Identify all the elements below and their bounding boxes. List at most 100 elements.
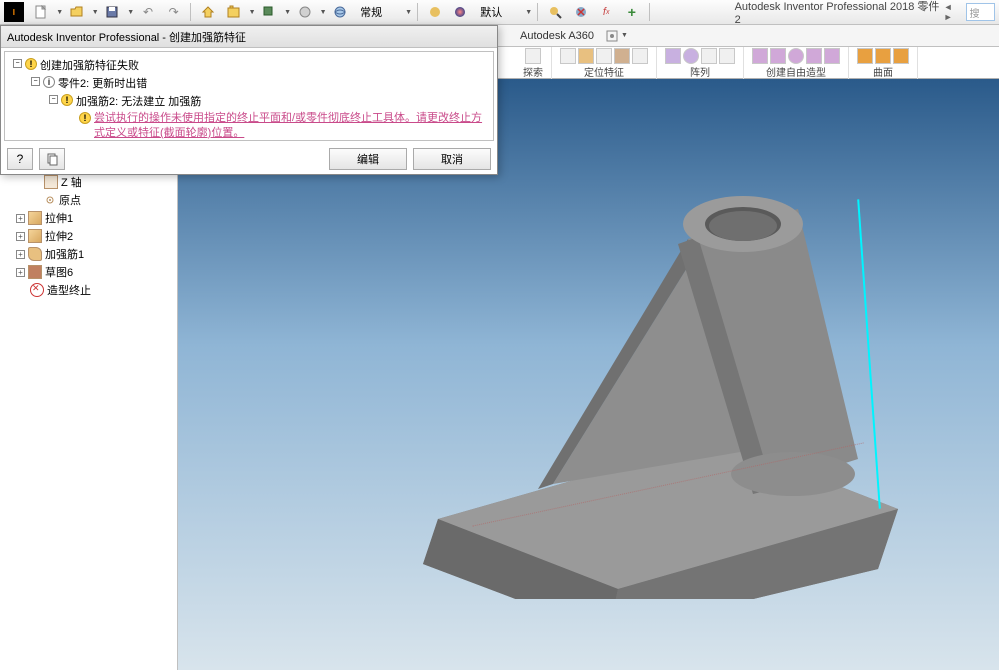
wf-icon4[interactable]: [614, 48, 630, 64]
save-dropdown[interactable]: ▼: [126, 9, 134, 16]
tree-item-axis[interactable]: Z 轴: [0, 173, 177, 191]
edit-button[interactable]: 编辑: [329, 148, 407, 170]
ribbon-tab-dropdown[interactable]: ▼: [620, 32, 628, 39]
error-2-text: 加强筋2: 无法建立 加强筋: [76, 93, 201, 109]
tab-a360[interactable]: Autodesk A360: [510, 28, 604, 44]
tree-item-label: 草图6: [45, 264, 73, 280]
pat-icon2[interactable]: [683, 48, 699, 64]
pat-icon3[interactable]: [701, 48, 717, 64]
tree-item-sketch[interactable]: + 草图6: [0, 263, 177, 281]
home-button[interactable]: [196, 2, 220, 22]
pat-icon4[interactable]: [719, 48, 735, 64]
cancel-button[interactable]: 取消: [413, 148, 491, 170]
appearance-sphere1[interactable]: [423, 2, 447, 22]
pat-icon1[interactable]: [665, 48, 681, 64]
tree-item-label: 原点: [59, 192, 81, 208]
projects-dropdown[interactable]: ▼: [248, 9, 256, 16]
ff-icon1[interactable]: [752, 48, 768, 64]
tree-item-end[interactable]: 造型终止: [0, 281, 177, 299]
material-dropdown[interactable]: ▼: [319, 9, 327, 16]
expander-icon[interactable]: +: [16, 268, 25, 277]
extrude-icon: [28, 211, 42, 225]
warning-icon: !: [25, 58, 37, 70]
panel-label-freeform: 创建自由造型: [766, 64, 826, 79]
redo-button[interactable]: ↷: [162, 2, 186, 22]
ff-icon3[interactable]: [788, 48, 804, 64]
expander-icon[interactable]: −: [13, 59, 22, 68]
expander-icon[interactable]: +: [16, 214, 25, 223]
srf-icon3[interactable]: [893, 48, 909, 64]
tree-item-origin[interactable]: 原点: [0, 191, 177, 209]
appearance-dropdown[interactable]: ▼: [524, 9, 532, 16]
wf-icon1[interactable]: [560, 48, 576, 64]
explore-icon-1[interactable]: [525, 48, 541, 64]
open-dropdown[interactable]: ▼: [91, 9, 99, 16]
style-dropdown[interactable]: ▼: [404, 9, 412, 16]
wf-icon5[interactable]: [632, 48, 648, 64]
app-logo[interactable]: I: [4, 2, 24, 22]
tree-item-rib[interactable]: + 加强筋1: [0, 245, 177, 263]
appearance-sphere2[interactable]: [449, 2, 473, 22]
extrude-icon: [28, 229, 42, 243]
tree-item-label: 拉伸1: [45, 210, 73, 226]
help-button[interactable]: ?: [7, 148, 33, 170]
srf-icon2[interactable]: [875, 48, 891, 64]
add-button[interactable]: +: [620, 2, 644, 22]
srf-icon1[interactable]: [857, 48, 873, 64]
panel-label-workfeat: 定位特征: [584, 64, 624, 79]
end-icon: [30, 283, 44, 297]
panel-explore: 探索: [515, 47, 552, 79]
error-dialog: Autodesk Inventor Professional - 创建加强筋特征…: [0, 25, 498, 175]
clear-sphere-button[interactable]: [569, 2, 593, 22]
error-line-1[interactable]: − i 零件2: 更新时出错: [9, 74, 489, 92]
expander-icon[interactable]: +: [16, 232, 25, 241]
tree-item-extrude[interactable]: + 拉伸1: [0, 209, 177, 227]
find-sphere-button[interactable]: [543, 2, 567, 22]
tree-item-label: 加强筋1: [45, 246, 84, 262]
save-button[interactable]: [101, 2, 125, 22]
wf-icon2[interactable]: [578, 48, 594, 64]
open-button[interactable]: [65, 2, 89, 22]
error-line-2[interactable]: − ! 加强筋2: 无法建立 加强筋: [9, 92, 489, 110]
scroll-arrows[interactable]: ◄ ►: [944, 2, 964, 22]
expander-icon[interactable]: −: [49, 95, 58, 104]
material-button[interactable]: [293, 2, 317, 22]
panel-label-surface: 曲面: [873, 64, 893, 79]
warning-icon: !: [79, 112, 91, 124]
copy-button[interactable]: [39, 148, 65, 170]
ribbon-tab-overflow[interactable]: [604, 28, 620, 44]
expander-icon[interactable]: −: [31, 77, 40, 86]
error-detail-link[interactable]: 尝试执行的操作未使用指定的终止平面和/或零件彻底终止工具体。请更改终止方式定义或…: [94, 111, 489, 141]
ff-icon5[interactable]: [824, 48, 840, 64]
new-button[interactable]: [30, 2, 54, 22]
error-1-text: 零件2: 更新时出错: [58, 75, 147, 91]
panel-workfeat: 定位特征: [552, 47, 657, 79]
undo-button[interactable]: ↶: [136, 2, 160, 22]
tree-item-extrude[interactable]: +拉伸2: [0, 227, 177, 245]
ff-icon4[interactable]: [806, 48, 822, 64]
error-line-3[interactable]: ! 尝试执行的操作未使用指定的终止平面和/或零件彻底终止工具体。请更改终止方式定…: [9, 110, 489, 141]
globe-button[interactable]: [329, 2, 353, 22]
fx-button[interactable]: fx: [594, 2, 618, 22]
select-dropdown[interactable]: ▼: [283, 9, 291, 16]
rib-icon: [28, 247, 42, 261]
projects-button[interactable]: [222, 2, 246, 22]
ff-icon2[interactable]: [770, 48, 786, 64]
dialog-body: − ! 创建加强筋特征失败 − i 零件2: 更新时出错 − ! 加强筋2: 无…: [4, 51, 494, 141]
style-selector[interactable]: 常规: [354, 3, 402, 21]
select-button[interactable]: [258, 2, 282, 22]
dialog-footer: ? 编辑 取消: [1, 144, 497, 174]
new-dropdown[interactable]: ▼: [55, 9, 63, 16]
tree-item-label: Z 轴: [61, 174, 82, 190]
expander-icon[interactable]: +: [16, 250, 25, 259]
part-model: [378, 139, 938, 599]
search-input[interactable]: 搜: [966, 3, 996, 21]
tree-item-label: 造型终止: [47, 282, 91, 298]
panel-pattern: 阵列: [657, 47, 744, 79]
appearance-selector[interactable]: 默认: [474, 3, 522, 21]
wf-icon3[interactable]: [596, 48, 612, 64]
error-line-root[interactable]: − ! 创建加强筋特征失败: [9, 56, 489, 74]
info-icon: i: [43, 76, 55, 88]
panel-label-explore: 探索: [523, 64, 543, 79]
dialog-title-bar[interactable]: Autodesk Inventor Professional - 创建加强筋特征: [1, 26, 497, 48]
